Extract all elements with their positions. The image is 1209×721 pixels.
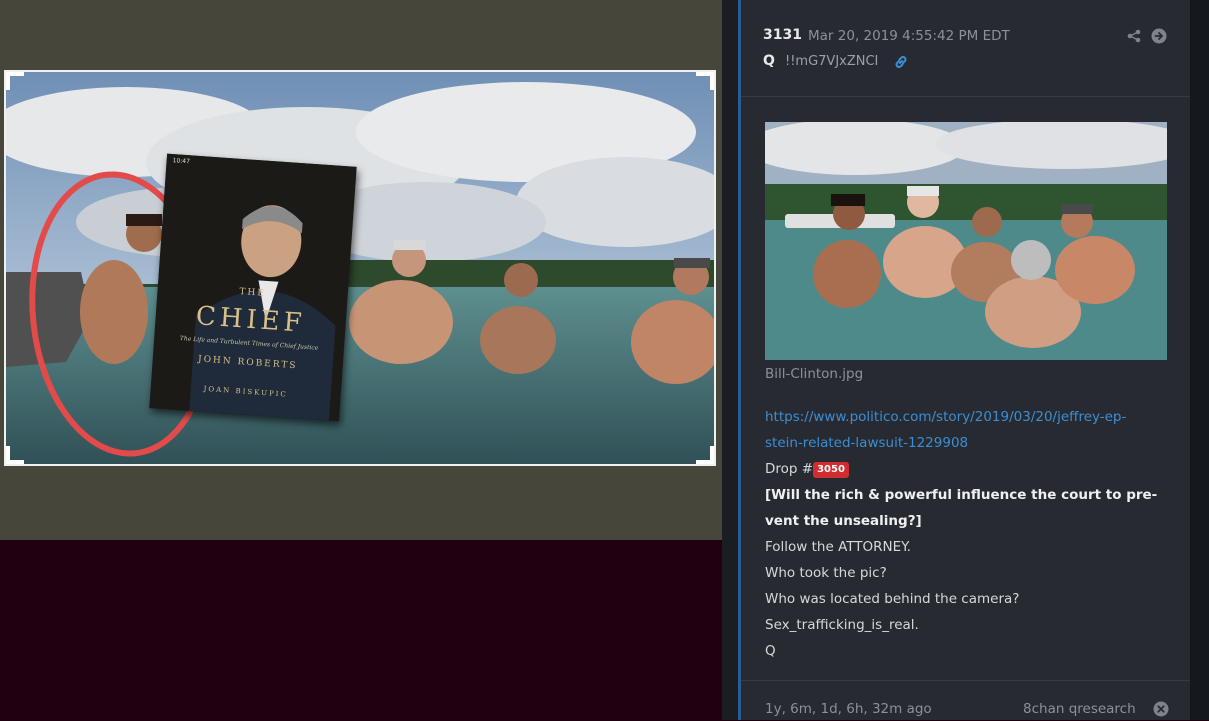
article-link-part2[interactable]: stein-related-lawsuit-1229908 [765, 435, 968, 451]
arrow-circle-icon[interactable] [1151, 28, 1167, 44]
image-filename[interactable]: Bill-Clinton.jpg [765, 366, 863, 382]
right-edge-gutter [1190, 0, 1209, 720]
phone-status-time: 10:47 [172, 157, 191, 166]
beach-photo-illustration [6, 72, 714, 464]
drop-reference-badge[interactable]: 3050 [813, 462, 849, 478]
post-header: 3131 Mar 20, 2019 4:55:42 PM EDT Q !!mG7… [741, 0, 1190, 97]
article-link-part1[interactable]: https://www.politico.com/story/2019/03/2… [765, 409, 1126, 425]
post-signature: Q [765, 643, 776, 659]
post-source[interactable]: 8chan qresearch [1023, 701, 1136, 717]
body-line: Who was located behind the camera? [765, 591, 1020, 607]
body-line: Sex_trafficking_is_real. [765, 617, 919, 633]
post-number[interactable]: 3131 [763, 27, 802, 43]
attached-photo-illustration [765, 122, 1167, 360]
drop-label: Drop # [765, 461, 814, 477]
post-timestamp: Mar 20, 2019 4:55:42 PM EDT [808, 28, 1010, 44]
cropped-beach-photo[interactable] [4, 70, 716, 466]
post-footer: 1y, 6m, 1d, 6h, 32m ago 8chan qresearch [741, 680, 1190, 721]
post-body: https://www.politico.com/story/2019/03/2… [765, 404, 1165, 664]
post-attached-image[interactable] [765, 122, 1167, 360]
crop-handle-bottom-right[interactable] [696, 446, 714, 464]
close-circle-icon[interactable] [1153, 701, 1169, 717]
book-cover-overlay: 10:47 THE CHIEF The Life and Turbulent T… [149, 153, 357, 422]
body-line: Follow the ATTORNEY. [765, 539, 911, 555]
crop-handle-top-right[interactable] [696, 72, 714, 90]
post-relative-time: 1y, 6m, 1d, 6h, 32m ago [765, 701, 932, 717]
q-post-card: 3131 Mar 20, 2019 4:55:42 PM EDT Q !!mG7… [738, 0, 1190, 720]
post-tripcode: !!mG7VJxZNCI [785, 54, 879, 69]
question-line-2: vent the unsealing?] [765, 513, 922, 529]
left-panel-lower-background [0, 540, 722, 720]
share-icon[interactable] [1127, 29, 1141, 43]
link-icon[interactable] [893, 54, 909, 70]
drop-reference-line: Drop #3050 [765, 456, 1165, 482]
crop-handle-bottom-left[interactable] [6, 446, 24, 464]
body-line: Who took the pic? [765, 565, 887, 581]
crop-handle-top-left[interactable] [6, 72, 24, 90]
post-author: Q [763, 53, 775, 69]
question-line-1: [Will the rich & powerful influence the … [765, 487, 1158, 503]
